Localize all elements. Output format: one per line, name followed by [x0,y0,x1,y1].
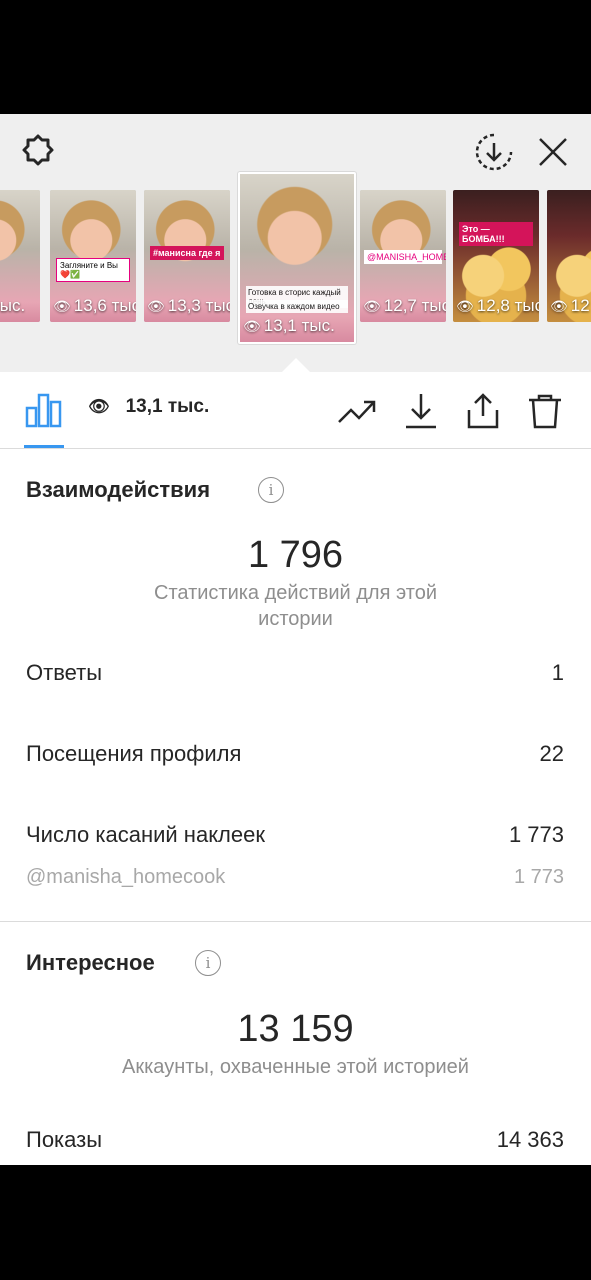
stat-label: Число касаний наклеек [26,822,265,847]
stat-value: 22 [539,741,564,766]
eye-icon: 👁 [147,298,165,314]
story-toolbar: 👁 13,1 тыс. [0,372,591,449]
story-insights-screen: 👁6 тыс. Загляните и Вы ❤️✅ 👁13,6 тыс. #м… [0,114,591,1165]
story-banner: Это — БОМБА!!! [459,222,533,246]
stat-label: Посещения профиля [26,741,242,766]
story-views: 12,8 тыс. [476,296,539,315]
story-views: 13,1 тыс. [263,316,335,335]
story-thumbnail[interactable]: 👁6 тыс. [0,190,40,322]
story-views: 13,3 тыс. [167,296,230,315]
story-views: 12 [570,296,590,315]
eye-icon: 👁 [243,318,261,334]
stat-row-profile-visits: Посещения профиля 22 [26,741,564,767]
stat-value: 1 773 [508,822,564,847]
story-thumbnail[interactable]: Это — БОМБА!!! 👁12,8 тыс. [453,190,539,322]
story-views: 12,7 тыс. [383,296,446,315]
stat-row-impressions: Показы 14 363 [26,1127,564,1153]
interactions-subtitle: Статистика действий для этой истории [154,582,437,630]
promote-icon[interactable] [336,390,378,432]
eye-icon: 👁 [88,397,110,416]
settings-gear-icon[interactable] [16,130,60,174]
story-sticker: Озвучка в каждом видео [246,300,348,313]
stat-label: @manisha_homecook [26,866,226,888]
story-views: 6 тыс. [0,296,26,315]
delete-icon[interactable] [524,390,566,432]
eye-icon: 👁 [550,298,568,314]
story-banner: #манисна где я [150,246,224,260]
interactions-total: 1 796 [247,534,344,576]
discovery-title: Интересное [26,950,155,975]
home-indicator-area [0,1165,591,1280]
eye-icon: 👁 [363,298,381,314]
story-thumbnail-selected[interactable]: Готовка в сторис каждый день Озвучка в к… [238,172,356,344]
story-sticker: Загляните и Вы ❤️✅ [56,258,130,282]
info-icon[interactable]: i [195,950,221,976]
discovery-total: 13 159 [237,1008,354,1050]
close-icon[interactable] [531,130,575,174]
story-brand-sticker: @MANISHA_HOMECOOK [364,250,446,264]
share-icon[interactable] [462,390,504,432]
active-tab-indicator [24,445,64,448]
stat-value: 1 773 [513,866,564,888]
selected-story-pointer [282,358,310,372]
views-count: 13,1 тыс. [125,396,210,417]
status-bar-area [0,0,591,114]
discovery-subtitle: Аккаунты, охваченные этой историей [122,1056,469,1078]
info-icon[interactable]: i [258,477,284,503]
stat-value: 1 [551,660,564,685]
save-icon[interactable] [400,390,442,432]
eye-icon: 👁 [456,298,474,314]
story-views: 13,6 тыс. [73,296,136,315]
download-circle-icon[interactable] [472,130,516,174]
stat-label: Ответы [26,660,103,685]
story-thumbnail[interactable]: @MANISHA_HOMECOOK 👁12,7 тыс. [360,190,446,322]
insights-icon[interactable] [24,390,64,430]
stat-row-replies: Ответы 1 [26,660,564,686]
story-thumbnail[interactable]: #манисна где я 👁13,3 тыс. [144,190,230,322]
interactions-title: Взаимодействия [26,477,211,502]
stat-label: Показы [26,1127,103,1152]
views-summary: 👁 13,1 тыс. [88,396,209,418]
section-divider [0,921,591,922]
story-thumbnail[interactable]: 👁 12 [547,190,591,322]
eye-icon: 👁 [53,298,71,314]
stat-row-sticker-taps: Число касаний наклеек 1 773 [26,822,564,848]
stat-value: 14 363 [496,1127,564,1152]
stat-subrow-mention: @manisha_homecook 1 773 [26,866,564,889]
story-thumbnail[interactable]: Загляните и Вы ❤️✅ 👁13,6 тыс. [50,190,136,322]
story-strip-area: 👁6 тыс. Загляните и Вы ❤️✅ 👁13,6 тыс. #м… [0,114,591,372]
story-thumbnails: 👁6 тыс. Загляните и Вы ❤️✅ 👁13,6 тыс. #м… [0,172,591,344]
